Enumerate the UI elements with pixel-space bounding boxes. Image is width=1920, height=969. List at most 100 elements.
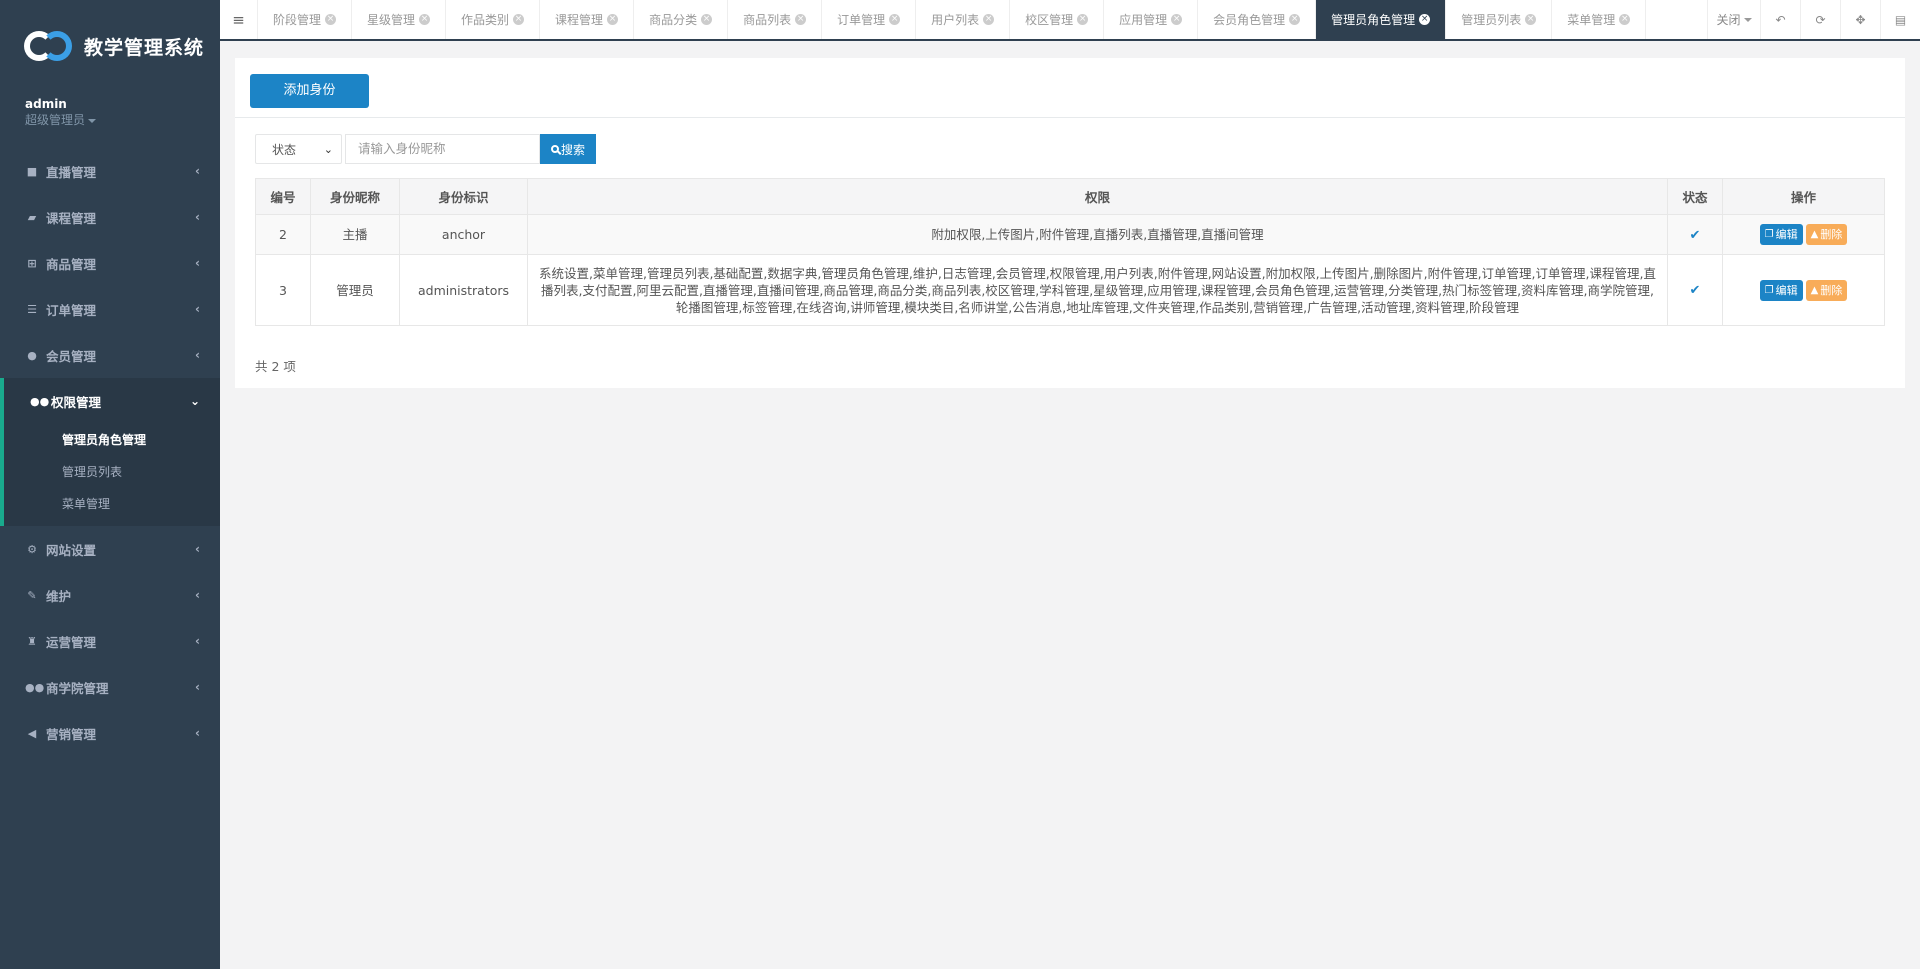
logo-icon: [24, 29, 74, 63]
sidebar-item-order[interactable]: ☰ 订单管理 ‹: [0, 286, 220, 332]
tab-bar: ≡ 阶段管理 × 星级管理 × 作品类别 × 课程管理 × 商品分类 × 商品列表 × 订单…: [220, 0, 1920, 41]
user-role-dropdown[interactable]: 超级管理员: [25, 112, 220, 128]
close-icon[interactable]: ×: [1419, 14, 1431, 25]
chevron-left-icon: ‹: [195, 680, 200, 694]
cell-permissions: 附加权限,上传图片,附件管理,直播列表,直播管理,直播间管理: [527, 214, 1668, 255]
tab-label: 菜单管理: [1567, 13, 1616, 27]
chevron-left-icon: ‹: [195, 302, 200, 316]
close-icon[interactable]: ×: [889, 14, 901, 25]
tab-member-role[interactable]: 会员角色管理 ×: [1198, 0, 1317, 39]
close-icon[interactable]: ×: [1289, 14, 1301, 25]
sidebar-item-marketing[interactable]: ◀ 营销管理 ‹: [0, 710, 220, 756]
tab-label: 课程管理: [555, 13, 604, 27]
search-input[interactable]: 请输入身份昵称: [345, 134, 540, 164]
close-icon[interactable]: ×: [419, 14, 431, 25]
chevron-down-icon: ⌄: [323, 143, 333, 156]
cell-status: ✔: [1667, 214, 1723, 255]
close-icon[interactable]: ×: [1619, 14, 1631, 25]
tab-goods-list[interactable]: 商品列表 ×: [728, 0, 823, 39]
tab-star[interactable]: 星级管理 ×: [352, 0, 447, 39]
add-role-button[interactable]: 添加身份: [250, 74, 369, 108]
user-name: admin: [25, 97, 67, 111]
sidebar-item-website[interactable]: ⚙ 网站设置 ‹: [0, 526, 220, 572]
submenu-item-menu[interactable]: 菜单管理: [4, 488, 220, 520]
video-icon: ■: [26, 164, 38, 178]
delete-label: 删除: [1820, 283, 1843, 297]
edit-label: 编辑: [1775, 228, 1798, 241]
search-button-label: 搜索: [560, 142, 585, 157]
sidebar-item-member[interactable]: ● 会员管理 ‹: [0, 332, 220, 378]
close-tabs-dropdown[interactable]: 关闭: [1707, 0, 1760, 39]
sidebar-item-live[interactable]: ■ 直播管理 ‹: [0, 148, 220, 194]
tab-label: 管理员列表: [1461, 13, 1522, 27]
close-icon[interactable]: ×: [795, 14, 807, 25]
sidebar-item-label: 权限管理: [51, 394, 102, 410]
layout-icon[interactable]: ▤: [1880, 0, 1920, 39]
sidebar-item-operation[interactable]: ♜ 运营管理 ‹: [0, 618, 220, 664]
tab-goods-category[interactable]: 商品分类 ×: [634, 0, 729, 39]
sidebar: 教学管理系统 admin 超级管理员 ■ 直播管理 ‹ ▰ 课程管理 ‹ ⊞ 商品管理 ‹ …: [0, 0, 220, 969]
user-icon: ●: [27, 348, 37, 362]
sidebar-item-permission[interactable]: ●● 权限管理 ⌄: [0, 378, 220, 424]
close-icon[interactable]: ×: [607, 14, 619, 25]
book-icon: ▰: [27, 210, 37, 224]
close-icon[interactable]: ×: [983, 14, 995, 25]
edit-button[interactable]: ❐ 编辑: [1759, 224, 1803, 245]
user-profile[interactable]: admin 超级管理员: [0, 92, 220, 140]
status-select[interactable]: 状态 ⌄: [255, 134, 342, 164]
cell-code: administrators: [399, 254, 528, 326]
tab-work-category[interactable]: 作品类别 ×: [446, 0, 541, 39]
tab-toolbar: 关闭 ↶ ⟳ ✥ ▤: [1707, 0, 1920, 39]
group-icon: ●●: [25, 680, 45, 694]
submenu-item-admin-list[interactable]: 管理员列表: [4, 456, 220, 488]
caret-down-icon: [88, 118, 97, 123]
tab-order[interactable]: 订单管理 ×: [822, 0, 917, 39]
sidebar-item-label: 营销管理: [46, 726, 97, 742]
cell-status: ✔: [1667, 254, 1723, 326]
tab-campus[interactable]: 校区管理 ×: [1010, 0, 1105, 39]
delete-button[interactable]: ▲ 删除: [1805, 224, 1848, 245]
tab-label: 订单管理: [837, 13, 886, 27]
sidebar-item-goods[interactable]: ⊞ 商品管理 ‹: [0, 240, 220, 286]
close-icon[interactable]: ×: [1171, 14, 1183, 25]
menu-toggle-icon[interactable]: ≡: [220, 0, 258, 39]
col-code: 身份标识: [399, 178, 528, 215]
sidebar-item-academy[interactable]: ●● 商学院管理 ‹: [0, 664, 220, 710]
close-icon[interactable]: ×: [325, 14, 337, 25]
delete-button[interactable]: ▲ 删除: [1805, 279, 1848, 301]
col-status: 状态: [1667, 178, 1723, 215]
trophy-icon: ♜: [27, 634, 37, 648]
total-count: 共 2 项: [255, 359, 296, 374]
app-title: 教学管理系统: [84, 36, 205, 59]
tab-menu[interactable]: 菜单管理 ×: [1552, 0, 1647, 39]
cell-code: anchor: [399, 214, 528, 255]
fullscreen-icon[interactable]: ✥: [1840, 0, 1880, 39]
refresh-icon[interactable]: ⟳: [1800, 0, 1840, 39]
submenu-item-admin-role[interactable]: 管理员角色管理: [4, 424, 220, 456]
sidebar-item-label: 维护: [46, 588, 72, 604]
check-icon: ✔: [1689, 227, 1701, 243]
back-icon[interactable]: ↶: [1760, 0, 1800, 39]
sidebar-item-course[interactable]: ▰ 课程管理 ‹: [0, 194, 220, 240]
tab-label: 阶段管理: [273, 13, 322, 27]
close-icon[interactable]: ×: [1525, 14, 1537, 25]
bullhorn-icon: ◀: [27, 726, 37, 740]
tab-admin-role[interactable]: 管理员角色管理 ×: [1316, 0, 1447, 39]
close-icon[interactable]: ×: [1077, 14, 1089, 25]
cell-name: 管理员: [310, 254, 400, 326]
edit-button[interactable]: ❐ 编辑: [1759, 279, 1803, 301]
tab-stage[interactable]: 阶段管理 ×: [258, 0, 353, 39]
tab-app[interactable]: 应用管理 ×: [1104, 0, 1199, 39]
sidebar-item-label: 商学院管理: [46, 680, 109, 696]
content-panel: 添加身份 状态 ⌄ 请输入身份昵称 搜索 编号 身份昵称 身份标识 权限 状态 操…: [235, 58, 1905, 388]
close-icon[interactable]: ×: [513, 14, 525, 25]
tab-admin-list[interactable]: 管理员列表 ×: [1446, 0, 1553, 39]
cell-actions: ❐ 编辑 ▲ 删除: [1722, 254, 1885, 326]
chevron-left-icon: ‹: [195, 348, 200, 362]
sidebar-item-label: 商品管理: [46, 256, 97, 272]
close-icon[interactable]: ×: [701, 14, 713, 25]
sidebar-item-maintain[interactable]: ✎ 维护 ‹: [0, 572, 220, 618]
tab-user-list[interactable]: 用户列表 ×: [916, 0, 1011, 39]
search-button[interactable]: 搜索: [540, 134, 596, 164]
tab-course[interactable]: 课程管理 ×: [540, 0, 635, 39]
